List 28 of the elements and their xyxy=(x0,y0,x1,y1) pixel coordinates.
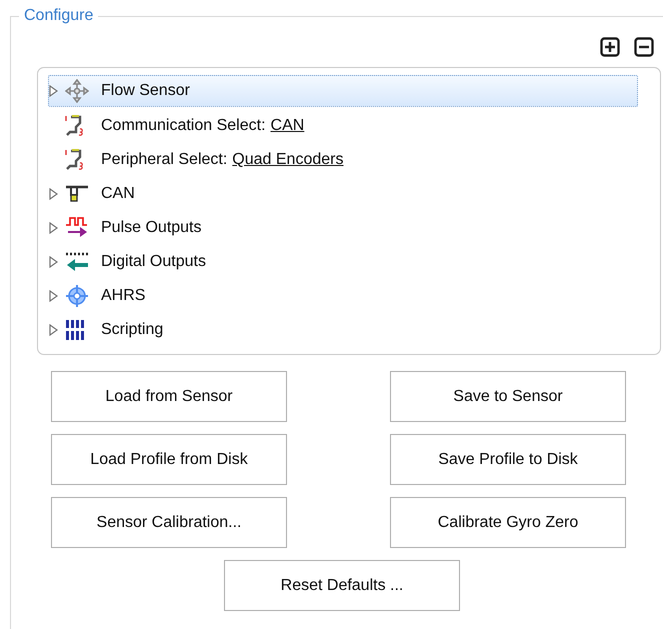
group-title: Configure xyxy=(19,7,98,25)
expander-icon[interactable] xyxy=(49,188,58,200)
move-icon xyxy=(65,79,89,103)
tree-setting[interactable]: Communication Select: CAN xyxy=(48,109,638,143)
expander-icon[interactable] xyxy=(49,256,58,268)
tree-node[interactable]: Flow Sensor xyxy=(48,75,638,107)
action-button[interactable]: Load from Sensor xyxy=(51,371,287,422)
tree-node[interactable]: CAN xyxy=(48,177,638,211)
crosshair-icon xyxy=(65,284,89,308)
action-button[interactable]: Sensor Calibration... xyxy=(51,497,287,548)
expander-icon[interactable] xyxy=(49,324,58,336)
tree-node[interactable]: AHRS xyxy=(48,279,638,313)
reset-defaults-button[interactable]: Reset Defaults ... xyxy=(224,560,460,611)
expander-icon[interactable] xyxy=(49,222,58,234)
expander-icon[interactable] xyxy=(49,290,58,302)
digital-arrow-icon xyxy=(65,250,89,274)
collapse-all-icon[interactable] xyxy=(634,37,654,57)
action-button[interactable]: Save Profile to Disk xyxy=(390,434,626,485)
action-button[interactable]: Calibrate Gyro Zero xyxy=(390,497,626,548)
expander-icon[interactable] xyxy=(49,85,58,97)
tree-setting[interactable]: Peripheral Select: Quad Encoders xyxy=(48,143,638,177)
action-button[interactable]: Load Profile from Disk xyxy=(51,434,287,485)
tree-node[interactable]: Scripting xyxy=(48,313,638,347)
tree-node[interactable]: Pulse Outputs xyxy=(48,211,638,245)
expand-all-icon[interactable] xyxy=(600,37,620,57)
pulse-arrow-icon xyxy=(65,216,89,240)
action-button[interactable]: Save to Sensor xyxy=(390,371,626,422)
tree-node[interactable]: Digital Outputs xyxy=(48,245,638,279)
